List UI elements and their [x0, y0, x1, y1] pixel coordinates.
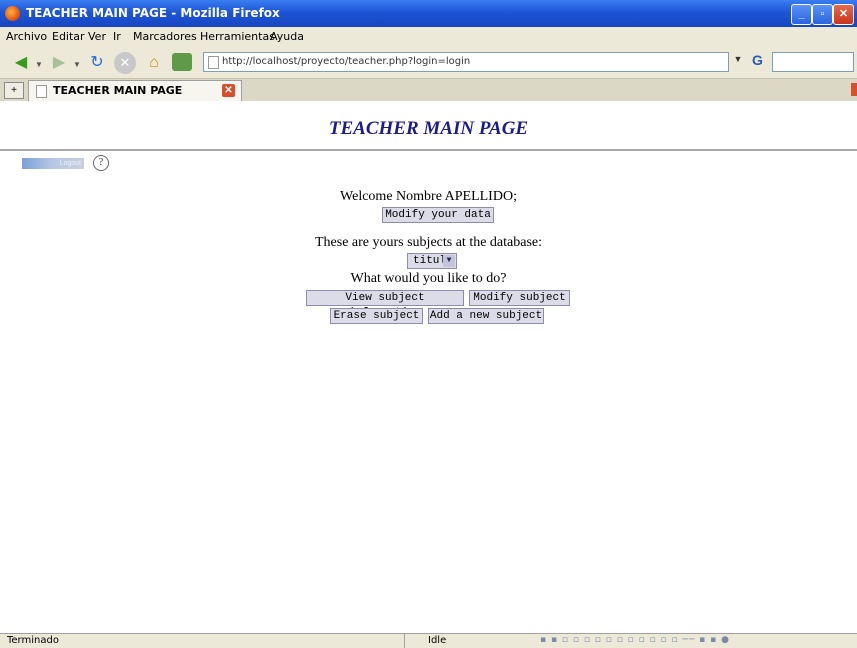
menu-herramientas[interactable]: Herramientas	[200, 30, 275, 43]
back-dropdown-icon[interactable]: ▼	[35, 60, 43, 69]
status-idle: Idle	[428, 635, 447, 646]
bookmarks-icon[interactable]	[172, 53, 192, 71]
help-icon[interactable]: ?	[93, 155, 109, 171]
forward-arrow-icon[interactable]: ▶	[48, 52, 70, 74]
welcome-text: Welcome Nombre APELLIDO;	[340, 189, 517, 204]
view-subject-button[interactable]: View subject information	[306, 290, 464, 319]
question-text: What would you like to do?	[350, 271, 507, 286]
stop-icon[interactable]: ✕	[114, 52, 136, 74]
firefox-icon	[5, 6, 20, 21]
add-subject-button[interactable]: Add a new subject	[428, 308, 544, 324]
close-window-button[interactable]: ✕	[833, 4, 854, 25]
page-title: TEACHER MAIN PAGE	[328, 118, 529, 139]
menu-editar[interactable]: Editar	[52, 30, 85, 43]
modify-data-button[interactable]: Modify your data	[382, 207, 494, 223]
tab-bar: + TEACHER MAIN PAGE ✕	[0, 79, 857, 102]
page-content: TEACHER MAIN PAGE Logout ? Welcome Nombr…	[0, 101, 857, 633]
status-toolbar-icons: ▪ ▪ ▫ ▫ ▫ ▫ ▫ ▫ ▫ ▫ ▫ ▫ ▫ ── ▪ ▪ ●	[540, 635, 730, 645]
url-text: http://localhost/proyecto/teacher.php?lo…	[222, 56, 471, 67]
subject-select[interactable]: titulo ▼	[407, 253, 457, 269]
menu-bar: Archivo Editar Ver Ir Marcadores Herrami…	[0, 27, 857, 46]
page-icon	[208, 56, 219, 69]
status-text: Terminado	[7, 635, 59, 646]
menu-marcadores[interactable]: Marcadores	[133, 30, 197, 43]
tab-close-button[interactable]: ✕	[222, 84, 235, 97]
status-divider	[404, 634, 405, 648]
menu-ayuda[interactable]: Ayuda	[270, 30, 304, 43]
modify-subject-button[interactable]: Modify subject	[469, 290, 570, 306]
logout-link[interactable]: Logout	[22, 158, 84, 169]
search-input[interactable]	[772, 52, 854, 72]
tab-teacher-main-page[interactable]: TEACHER MAIN PAGE ✕	[28, 80, 242, 101]
back-arrow-icon[interactable]: ◀	[10, 52, 32, 74]
url-bar[interactable]: http://localhost/proyecto/teacher.php?lo…	[203, 52, 729, 72]
page-icon	[36, 85, 47, 98]
maximize-button[interactable]: ▫	[812, 4, 833, 25]
home-icon[interactable]: ⌂	[143, 52, 165, 74]
window-title-bar: TEACHER MAIN PAGE - Mozilla Firefox _ ▫ …	[0, 0, 857, 27]
menu-ir[interactable]: Ir	[113, 30, 121, 43]
tab-label: TEACHER MAIN PAGE	[53, 84, 183, 97]
menu-archivo[interactable]: Archivo	[6, 30, 47, 43]
subjects-text: These are yours subjects at the database…	[314, 235, 543, 250]
new-tab-icon[interactable]: +	[4, 82, 24, 99]
status-bar: Terminado Idle ▪ ▪ ▫ ▫ ▫ ▫ ▫ ▫ ▫ ▫ ▫ ▫ ▫…	[0, 633, 857, 648]
minimize-button[interactable]: _	[791, 4, 812, 25]
forward-dropdown-icon[interactable]: ▼	[73, 60, 81, 69]
close-all-tabs-icon[interactable]	[851, 83, 857, 96]
chevron-down-icon: ▼	[443, 255, 455, 267]
divider	[0, 149, 857, 151]
erase-subject-button[interactable]: Erase subject	[330, 308, 423, 324]
reload-icon[interactable]: ↻	[86, 52, 108, 74]
url-dropdown-icon[interactable]: ▼	[731, 54, 745, 68]
google-search-icon[interactable]: G	[752, 52, 772, 70]
menu-ver[interactable]: Ver	[88, 30, 106, 43]
window-title: TEACHER MAIN PAGE - Mozilla Firefox	[26, 6, 280, 20]
